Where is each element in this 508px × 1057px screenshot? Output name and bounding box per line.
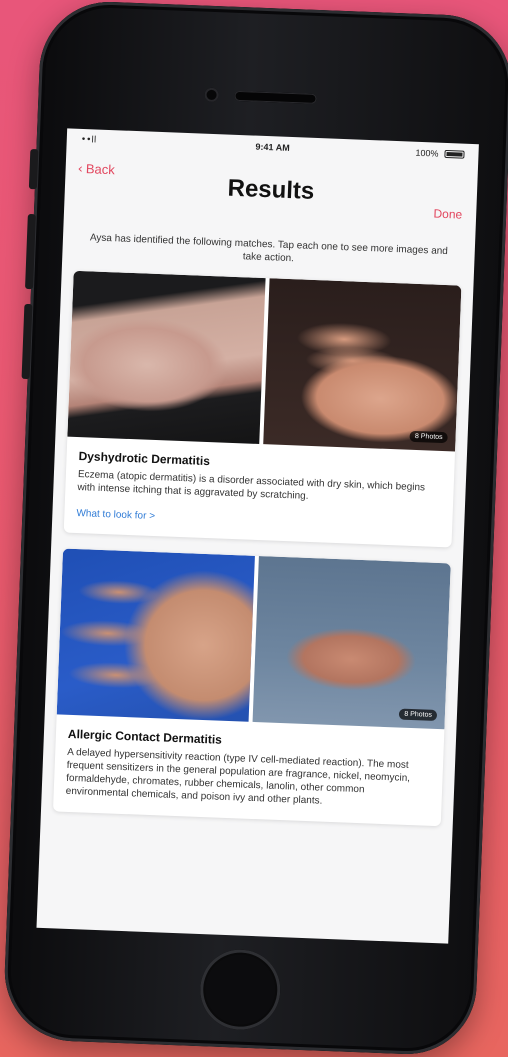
volume-down-button (21, 303, 33, 380)
phone-frame: ••ll 9:41 AM 100% ‹ Back Results Done Ays… (2, 0, 508, 1057)
result-card-allergic-contact-dermatitis[interactable]: 8 Photos Allergic Contact Dermatitis A d… (52, 548, 451, 827)
volume-up-button (25, 213, 36, 290)
app-screen: ••ll 9:41 AM 100% ‹ Back Results Done Ays… (36, 128, 479, 944)
condition-photo-palm[interactable]: 8 Photos (252, 556, 451, 730)
mute-switch (28, 148, 39, 190)
page-title: Results (227, 174, 315, 205)
condition-photo-fingers[interactable] (56, 548, 255, 722)
front-camera-icon (204, 87, 219, 103)
condition-photo-hand[interactable]: 8 Photos (263, 278, 462, 452)
results-instructions: Aysa has identified the following matche… (89, 232, 449, 265)
photo-count-badge: 8 Photos (409, 430, 448, 444)
condition-photo-arm[interactable] (67, 270, 266, 444)
battery-icon (444, 149, 465, 159)
done-button[interactable]: Done (433, 207, 462, 222)
condition-description: A delayed hypersensitivity reaction (typ… (65, 746, 411, 807)
battery-percent: 100% (415, 147, 439, 159)
what-to-look-for-link[interactable]: What to look for > (76, 508, 440, 533)
home-button[interactable] (198, 948, 282, 1032)
result-card-body: Dyshydrotic Dermatitis Eczema (atopic de… (64, 437, 455, 548)
result-image-strip[interactable]: 8 Photos (67, 270, 462, 452)
photo-count-badge: 8 Photos (399, 708, 438, 722)
result-card-body: Allergic Contact Dermatitis A delayed hy… (53, 714, 444, 826)
result-image-strip[interactable]: 8 Photos (56, 548, 451, 730)
earpiece-speaker (234, 90, 317, 104)
result-card-dyshydrotic-dermatitis[interactable]: 8 Photos Dyshydrotic Dermatitis Eczema (… (63, 270, 462, 548)
